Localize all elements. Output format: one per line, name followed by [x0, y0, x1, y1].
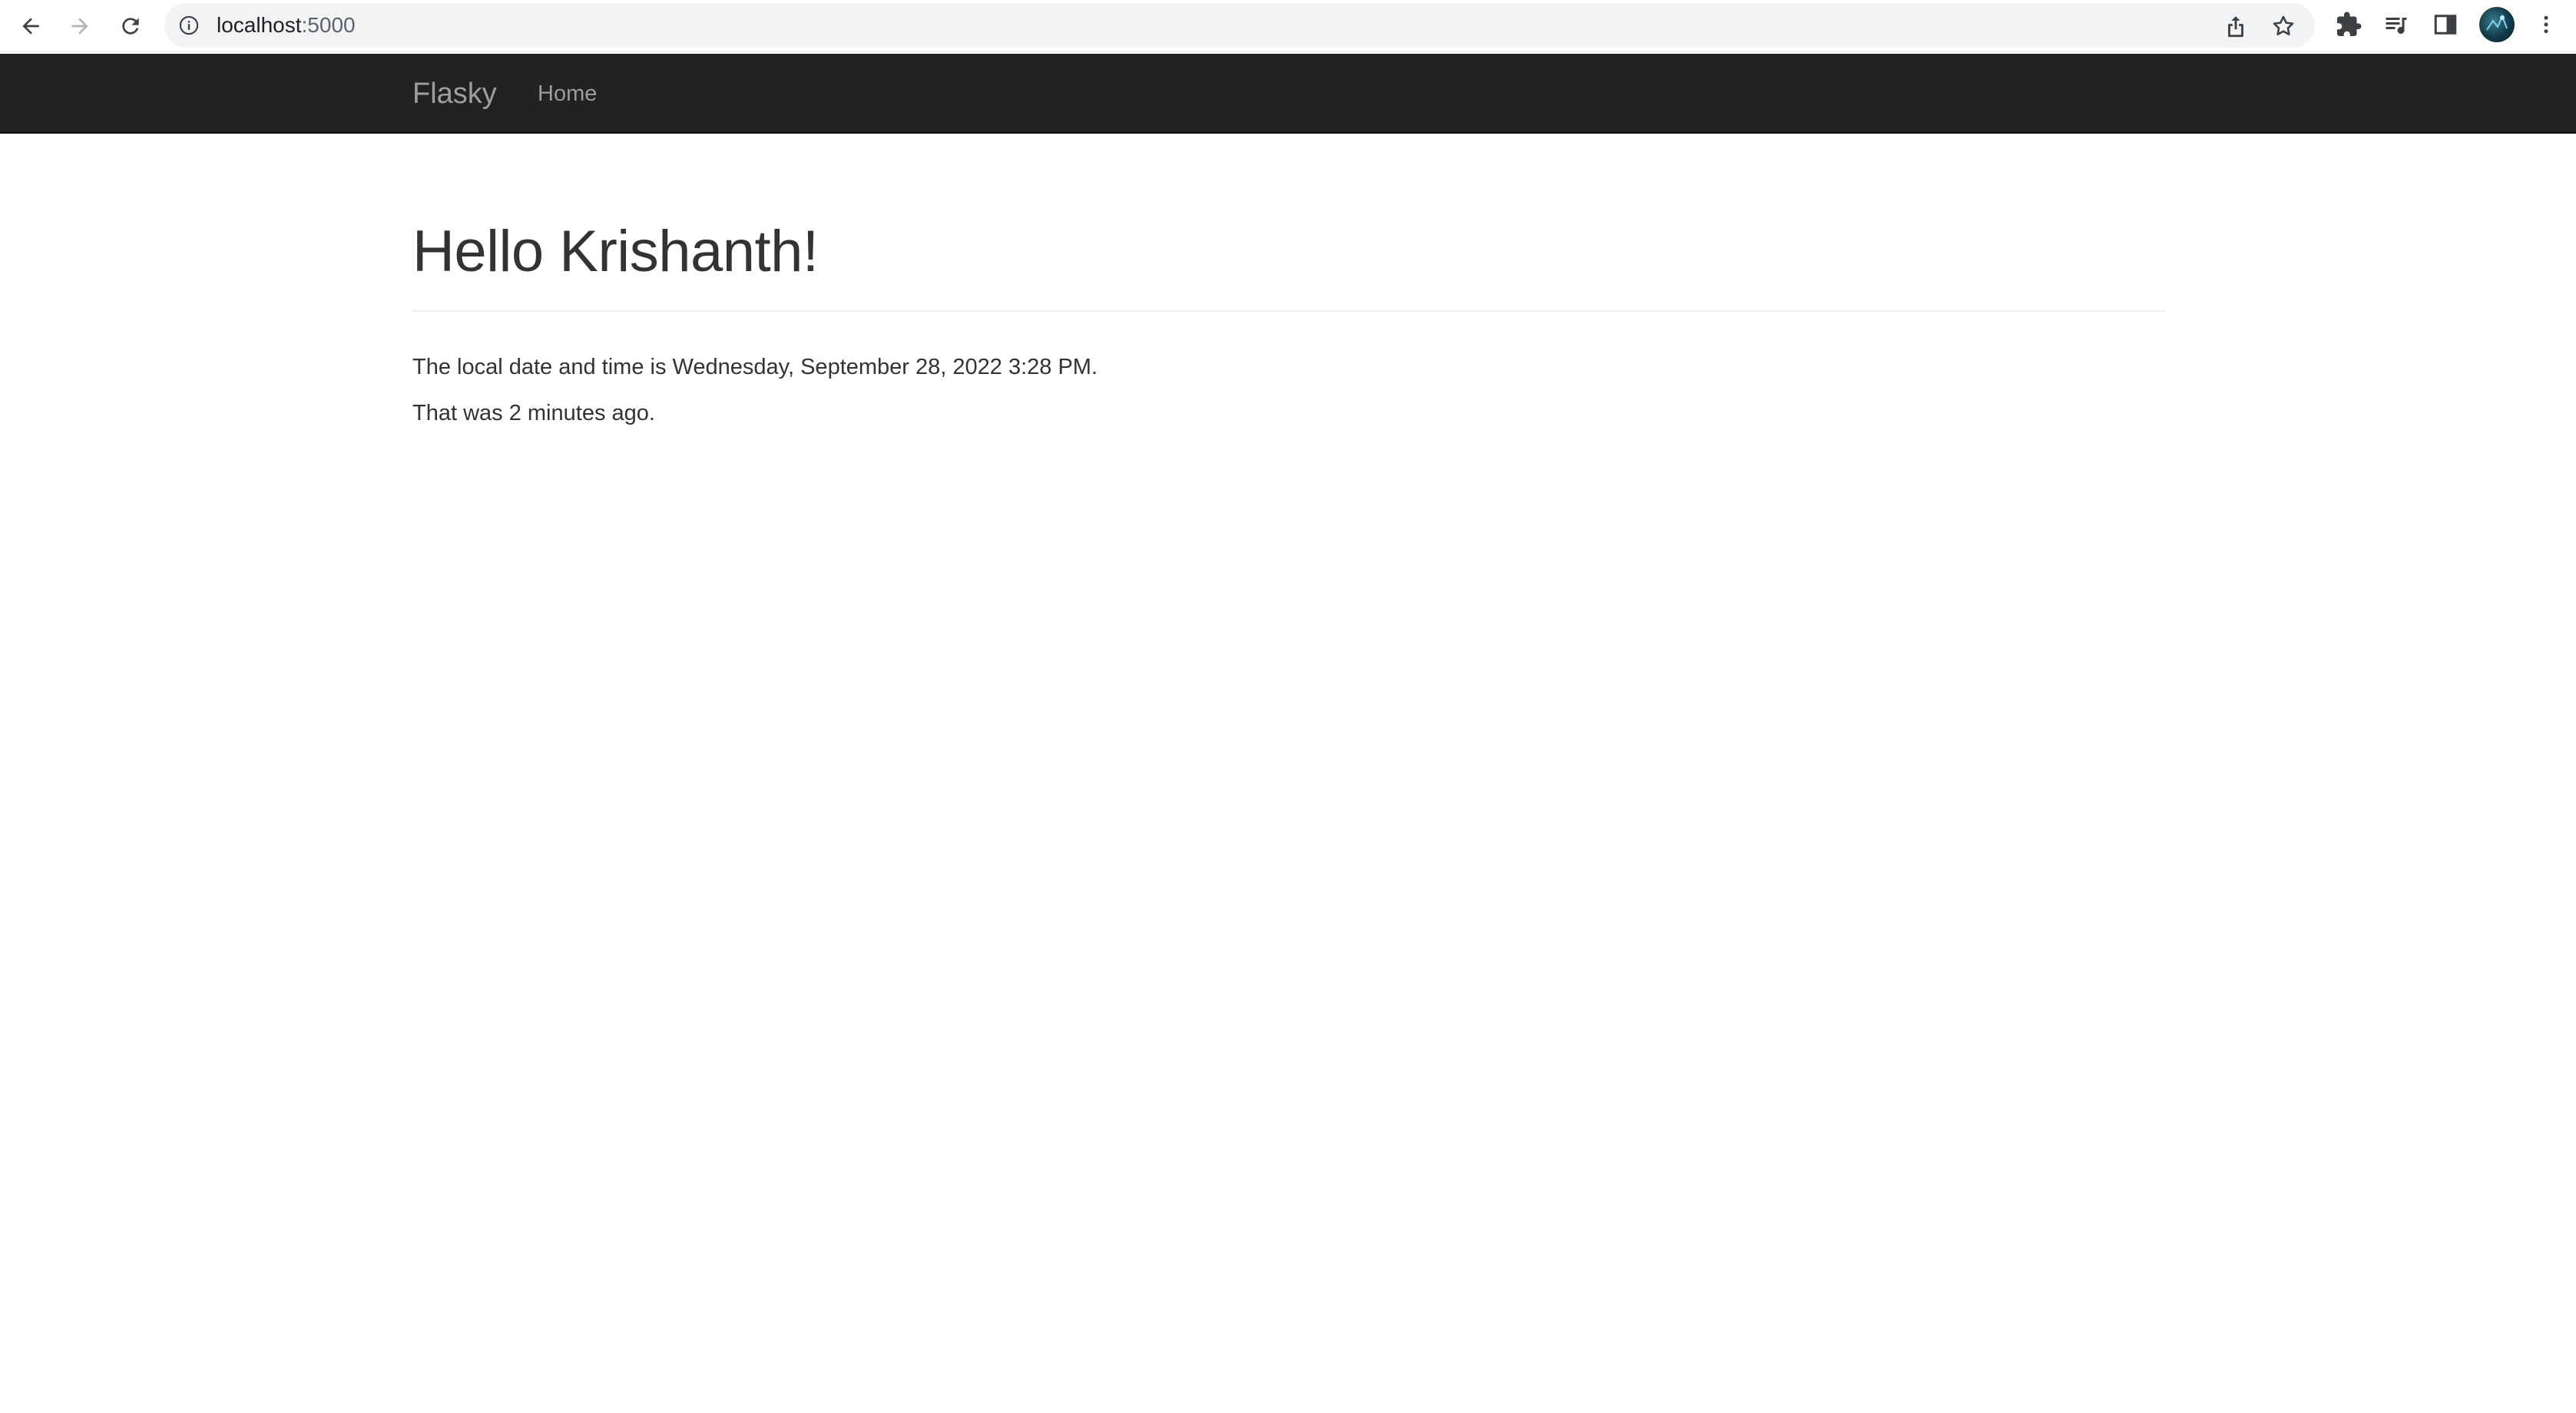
navbar-brand-link[interactable]: Flasky: [412, 54, 497, 134]
nav-link-home[interactable]: Home: [538, 54, 597, 134]
url-text[interactable]: localhost:5000: [217, 3, 356, 48]
forward-button[interactable]: [61, 8, 98, 45]
main-content: Hello Krishanth! The local date and time…: [412, 134, 2165, 436]
relative-time-text: That was 2 minutes ago.: [412, 400, 655, 425]
browser-toolbar: localhost:5000: [0, 0, 2576, 52]
puzzle-icon[interactable]: [2335, 11, 2362, 38]
address-bar[interactable]: localhost:5000: [164, 3, 2315, 48]
site-navbar: Flasky Home: [0, 54, 2576, 134]
share-icon[interactable]: [2223, 13, 2249, 39]
avatar[interactable]: [2479, 7, 2515, 42]
url-port: :5000: [301, 13, 356, 37]
local-datetime-text: The local date and time is Wednesday, Se…: [412, 354, 1098, 379]
avatar-art: [2486, 14, 2508, 31]
star-icon[interactable]: [2270, 13, 2296, 39]
reload-icon: [122, 18, 139, 35]
back-arrow-icon: [22, 18, 39, 35]
side-panel-icon[interactable]: [2432, 11, 2459, 38]
back-button[interactable]: [12, 8, 49, 45]
info-icon[interactable]: [178, 15, 200, 36]
reading-list-icon[interactable]: [2382, 11, 2410, 38]
reload-button[interactable]: [112, 8, 149, 45]
page-header-divider: [412, 309, 2165, 312]
forward-arrow-icon: [71, 18, 88, 35]
url-host: localhost: [217, 13, 302, 37]
kebab-menu-icon[interactable]: [2535, 11, 2558, 38]
page-title: Hello Krishanth!: [412, 219, 819, 284]
